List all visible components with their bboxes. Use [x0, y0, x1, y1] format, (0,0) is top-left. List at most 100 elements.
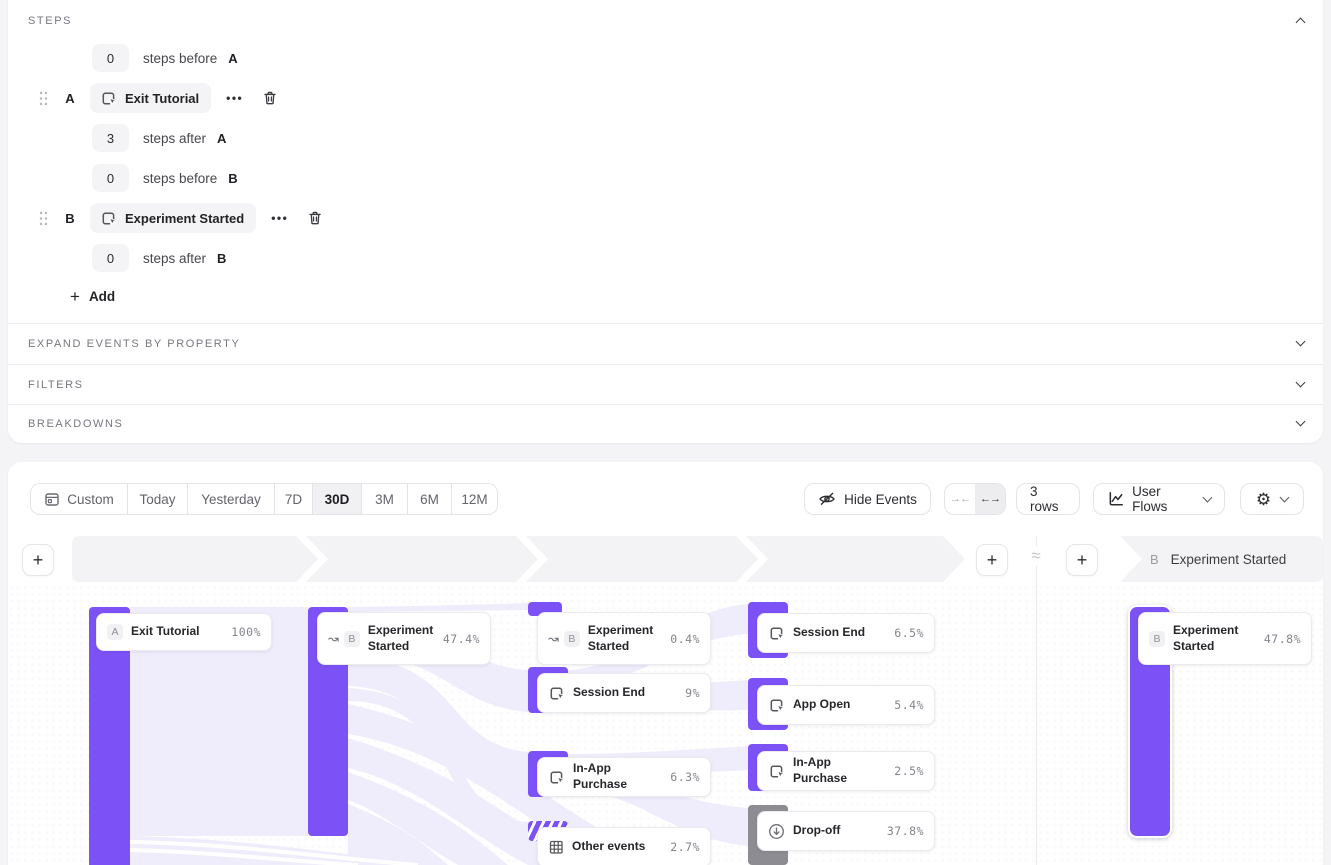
node-percent: 2.5%	[894, 764, 924, 778]
column-width-toggle: →← ←→	[944, 483, 1006, 515]
section-filters-label: FILTERS	[28, 379, 84, 391]
step-ref-a: A	[217, 131, 226, 146]
node-name: Experiment Started	[588, 623, 662, 654]
chevron-down-icon[interactable]	[1296, 337, 1306, 347]
step-band-3[interactable]	[526, 536, 758, 582]
node-name: Session End	[573, 685, 677, 701]
step-a-letter: A	[64, 91, 76, 106]
step-ref-a: A	[228, 51, 237, 66]
date-range-30d-selected[interactable]: 30D	[312, 484, 361, 514]
line-chart-icon	[1107, 490, 1124, 508]
rows-count-button[interactable]: 3 rows	[1016, 483, 1080, 515]
step-b-event-label: Experiment Started	[125, 211, 244, 226]
date-range-label: 30D	[325, 492, 350, 507]
node-name: Experiment Started	[1173, 623, 1256, 654]
step-band-b[interactable]	[1120, 536, 1323, 582]
date-range-today[interactable]: Today	[127, 484, 187, 514]
steps-after-b-input[interactable]: 0	[92, 244, 129, 272]
section-breakdowns[interactable]: BREAKDOWNS	[8, 404, 1323, 443]
add-step-before-b-button[interactable]: +	[1066, 544, 1098, 576]
section-breakdowns-label: BREAKDOWNS	[28, 418, 123, 430]
settings-button[interactable]: ⚙	[1240, 483, 1304, 515]
date-range-12m[interactable]: 12M	[451, 484, 497, 514]
steps-before-label: steps before	[143, 51, 217, 66]
step-b-event-button[interactable]: Experiment Started	[90, 203, 256, 233]
drop-off-arrow-icon	[768, 823, 785, 840]
add-step-middle-button[interactable]: +	[976, 544, 1008, 576]
steps-before-a-row: 0 steps before A	[92, 44, 238, 72]
node-card-in-app-purchase[interactable]: In-App Purchase 6.3%	[537, 757, 711, 797]
step-a-badge: A	[107, 624, 123, 640]
steps-before-a-input[interactable]: 0	[92, 44, 129, 72]
node-percent: 37.8%	[887, 824, 924, 838]
node-card-experiment-started-b[interactable]: B Experiment Started 47.8%	[1138, 612, 1312, 665]
date-range-label: 7D	[285, 492, 302, 507]
node-name: App Open	[793, 697, 886, 713]
node-card-experiment-started-0-4[interactable]: ↝ B Experiment Started 0.4%	[537, 612, 711, 665]
date-range-yesterday[interactable]: Yesterday	[187, 484, 274, 514]
step-a-trash-icon[interactable]	[262, 90, 278, 106]
date-range-label: 6M	[420, 492, 439, 507]
date-range-3m[interactable]: 3M	[361, 484, 407, 514]
drag-handle-icon[interactable]	[39, 211, 48, 226]
node-card-experiment-started[interactable]: ↝ B Experiment Started 47.4%	[317, 612, 491, 665]
collapse-steps-chevron-up-icon[interactable]	[1296, 18, 1306, 28]
drag-handle-icon[interactable]	[39, 91, 48, 106]
steps-before-label: steps before	[143, 171, 217, 186]
node-card-session-end-2[interactable]: Session End 6.5%	[757, 613, 935, 653]
node-name: Experiment Started	[368, 623, 435, 654]
node-percent: 6.3%	[670, 770, 700, 784]
step-b-letter: B	[64, 211, 76, 226]
chevron-down-icon[interactable]	[1296, 378, 1306, 388]
steps-panel: STEPS 0 steps before A A Exit Tutorial •…	[8, 0, 1323, 443]
date-range-label: Custom	[67, 492, 114, 507]
add-step-button[interactable]: + Add	[70, 288, 115, 305]
chevron-down-icon[interactable]	[1296, 417, 1306, 427]
step-b-badge: B	[344, 631, 360, 647]
hide-events-button[interactable]: Hide Events	[804, 483, 931, 515]
grid-icon	[548, 839, 564, 855]
date-range-label: Yesterday	[201, 492, 261, 507]
cursor-click-icon	[768, 697, 785, 714]
section-filters[interactable]: FILTERS	[8, 364, 1323, 404]
node-card-other-events[interactable]: Other events 2.7%	[537, 827, 711, 865]
step-ref-b: B	[217, 251, 226, 266]
cursor-click-icon	[100, 210, 117, 227]
node-percent: 47.8%	[1264, 632, 1301, 646]
section-expand-label: EXPAND EVENTS BY PROPERTY	[28, 338, 240, 350]
step-a-more-options[interactable]: •••	[226, 91, 243, 105]
node-card-in-app-purchase-2[interactable]: In-App Purchase 2.5%	[757, 751, 935, 791]
steps-before-b-row: 0 steps before B	[92, 164, 238, 192]
rows-count-label: 3 rows	[1030, 484, 1066, 514]
collapse-columns-icon[interactable]: →←	[945, 484, 975, 514]
step-band-2[interactable]	[306, 536, 538, 582]
step-b-more-options[interactable]: •••	[271, 211, 288, 225]
expand-columns-icon[interactable]: ←→	[975, 484, 1005, 514]
node-name: Session End	[793, 625, 886, 641]
view-type-button[interactable]: User Flows	[1093, 483, 1225, 515]
section-expand-events[interactable]: EXPAND EVENTS BY PROPERTY	[8, 323, 1323, 364]
hide-events-label: Hide Events	[844, 492, 917, 507]
node-card-drop-off[interactable]: Drop-off 37.8%	[757, 811, 935, 851]
date-range-custom[interactable]: Custom	[31, 484, 127, 514]
step-b-trash-icon[interactable]	[307, 210, 323, 226]
date-range-6m[interactable]: 6M	[407, 484, 451, 514]
node-name: In-App Purchase	[573, 761, 662, 792]
date-range-7d[interactable]: 7D	[274, 484, 312, 514]
node-card-session-end[interactable]: Session End 9%	[537, 673, 711, 713]
node-card-app-open[interactable]: App Open 5.4%	[757, 685, 935, 725]
steps-after-label: steps after	[143, 131, 206, 146]
step-band-4[interactable]	[746, 536, 965, 582]
steps-after-a-input[interactable]: 3	[92, 124, 129, 152]
step-a-event-button[interactable]: Exit Tutorial	[90, 83, 211, 113]
node-percent: 2.7%	[670, 840, 700, 854]
gear-icon: ⚙	[1256, 491, 1271, 508]
steps-before-b-input[interactable]: 0	[92, 164, 129, 192]
node-percent: 100%	[231, 625, 261, 639]
redo-arrow-icon: ↝	[548, 631, 559, 647]
node-card-exit-tutorial[interactable]: A Exit Tutorial 100%	[96, 613, 272, 651]
step-a-row: A Exit Tutorial •••	[39, 83, 278, 113]
step-band-a[interactable]	[72, 536, 318, 582]
cursor-click-icon	[100, 90, 117, 107]
node-percent: 47.4%	[443, 632, 480, 646]
